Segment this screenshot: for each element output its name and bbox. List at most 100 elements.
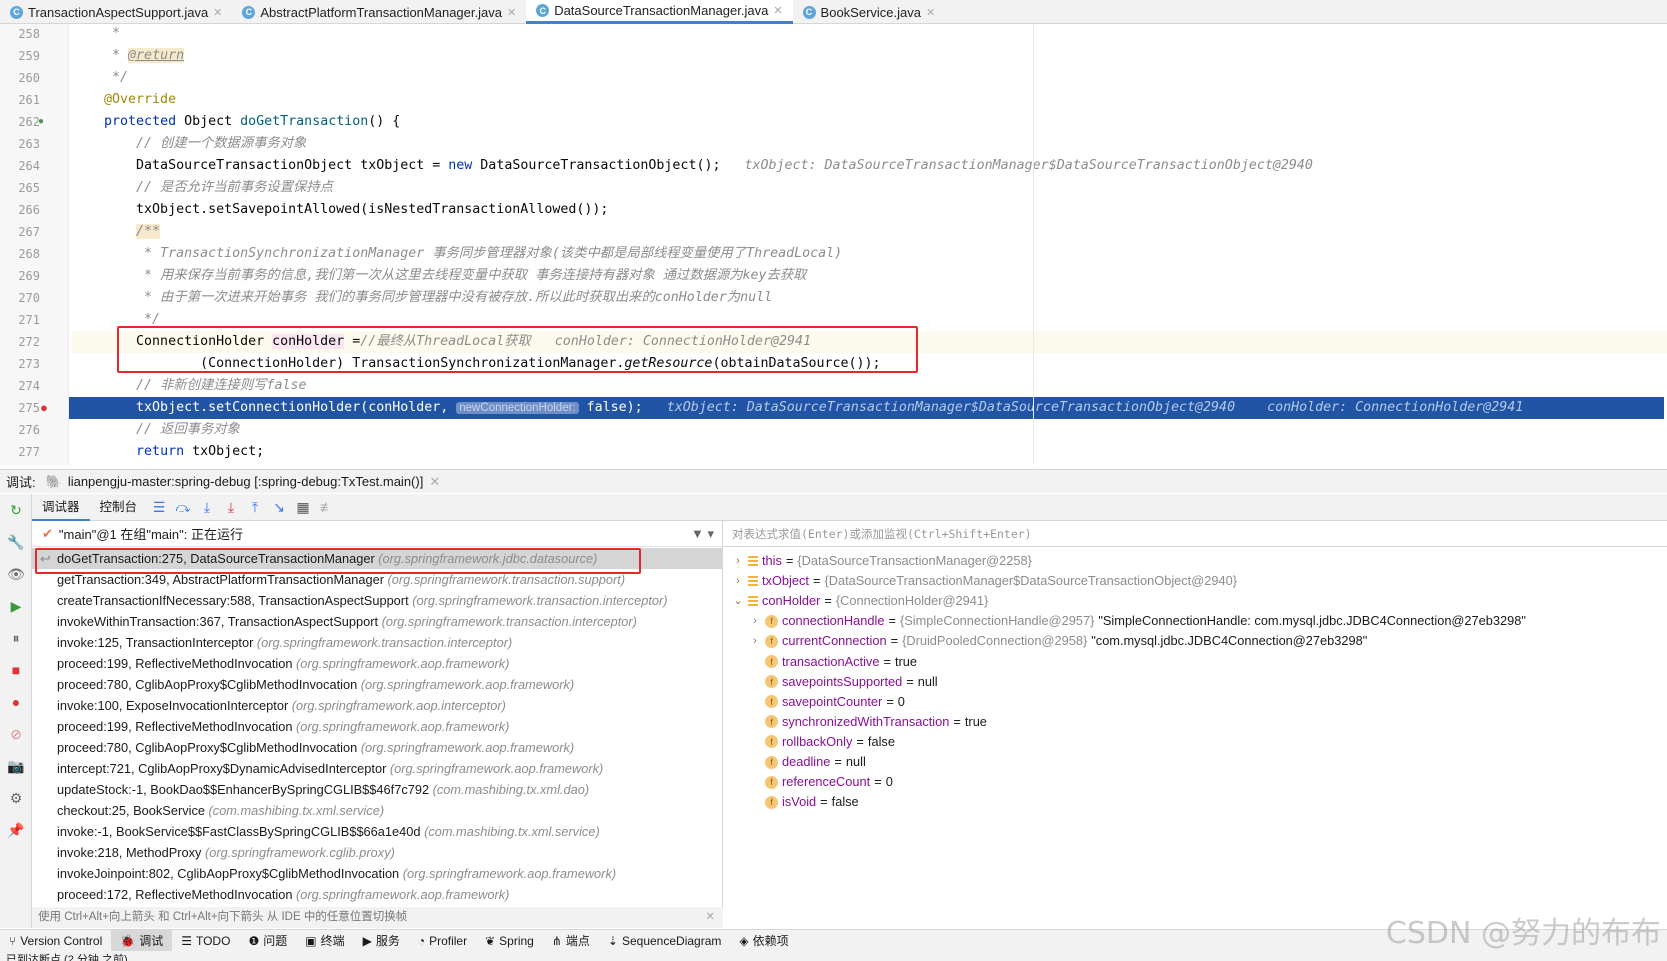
tab-file[interactable]: C DataSourceTransactionManager.java ✕ (526, 0, 793, 24)
variable-row[interactable]: › txObject = {DataSourceTransactionManager$… (732, 571, 1237, 591)
tool-window-button[interactable]: ▣ 终端 (296, 930, 353, 952)
close-icon[interactable]: ✕ (507, 6, 516, 19)
tool-window-button[interactable]: ◈ 依赖项 (730, 930, 797, 952)
code-line[interactable]: // 是否允许当前事务设置保持点 (72, 177, 1667, 199)
variable-row[interactable]: ⌄ conHolder = {ConnectionHolder@2941} (732, 591, 988, 611)
close-icon[interactable]: ✕ (213, 6, 222, 19)
tool-window-button[interactable]: ☰ TODO (172, 930, 239, 952)
tool-window-button[interactable]: 🐞 调试 (111, 929, 173, 952)
breakpoint-icon[interactable]: ● (40, 397, 48, 419)
force-step-into-icon[interactable]: ⤓ (219, 499, 243, 516)
pause-icon[interactable]: ⏸ (0, 622, 32, 654)
evaluate-expression-input[interactable]: 对表达式求值(Enter)或添加监视(Ctrl+Shift+Enter) (724, 521, 1667, 547)
tool-window-button[interactable]: ⋔ 端点 (543, 930, 599, 952)
step-over-icon[interactable]: ⤼ (171, 499, 195, 516)
resume-icon[interactable]: ▶ (0, 590, 32, 622)
stack-frame[interactable]: invoke:218, MethodProxy (org.springframe… (32, 842, 722, 863)
code-line[interactable]: */ (72, 67, 1667, 89)
code-line[interactable]: txObject.setConnectionHolder(conHolder, … (69, 397, 1664, 419)
rerun-icon[interactable]: ↻ (0, 494, 32, 526)
code-line[interactable]: // 创建一个数据源事务对象 (72, 133, 1667, 155)
stack-frame[interactable]: invoke:125, TransactionInterceptor (org.… (32, 632, 722, 653)
tab-file[interactable]: C TransactionAspectSupport.java ✕ (0, 0, 232, 24)
step-into-icon[interactable]: ⤓ (195, 499, 219, 516)
tool-window-button[interactable]: ◔ Profiler (409, 930, 476, 952)
debug-session-tab[interactable]: 🐘 lianpengju-master:spring-debug [:spring… (46, 474, 441, 490)
stack-frame[interactable]: invoke:100, ExposeInvocationInterceptor … (32, 695, 722, 716)
evaluate-icon[interactable]: ▦ (291, 499, 315, 516)
code-line[interactable]: @Override (72, 89, 1667, 111)
stack-frame[interactable]: proceed:199, ReflectiveMethodInvocation … (32, 716, 722, 737)
tab-console[interactable]: 控制台 (90, 494, 148, 521)
chevron-down-icon[interactable]: ⌄ (732, 591, 744, 611)
code-line[interactable]: * @return (72, 45, 1667, 67)
code-line[interactable]: * TransactionSynchronizationManager 事务同步… (72, 243, 1667, 265)
breakpoints-icon[interactable]: ● (0, 686, 32, 718)
stack-frame[interactable]: proceed:780, CglibAopProxy$CglibMethodIn… (32, 674, 722, 695)
thread-selector[interactable]: ✔ "main"@1 在组"main": 正在运行 ▼ ▾ (32, 521, 722, 547)
mute-breakpoints-icon[interactable]: ⊘ (0, 718, 32, 750)
code-line[interactable]: // 非新创建连接则写false (72, 375, 1667, 397)
variable-row[interactable]: f deadline = null (749, 752, 866, 772)
equals-sign: = (953, 713, 961, 729)
code-line[interactable]: protected Object doGetTransaction() { (72, 111, 1667, 133)
code-line[interactable]: DataSourceTransactionObject txObject = n… (72, 155, 1667, 177)
stack-frame[interactable]: invokeWithinTransaction:367, Transaction… (32, 611, 722, 632)
stack-frame[interactable]: proceed:780, CglibAopProxy$CglibMethodIn… (32, 737, 722, 758)
stack-frame[interactable]: invoke:-1, BookService$$FastClassBySprin… (32, 821, 722, 842)
variable-row[interactable]: f savepointCounter = 0 (749, 692, 905, 712)
variable-row[interactable]: f referenceCount = 0 (749, 772, 893, 792)
tool-window-button[interactable]: ⇣ SequenceDiagram (599, 930, 730, 952)
pin-icon[interactable]: 📌 (0, 814, 32, 846)
variable-row[interactable]: › f connectionHandle = {SimpleConnectionHand… (749, 611, 1526, 631)
stack-frame[interactable]: checkout:25, BookService (com.mashibing.… (32, 800, 722, 821)
stop-icon[interactable]: ■ (0, 654, 32, 686)
camera-icon[interactable]: 📷 (0, 750, 32, 782)
variable-row[interactable]: f savepointsSupported = null (749, 672, 938, 692)
frames-menu-icon[interactable]: ☰ (147, 499, 171, 516)
view-icon[interactable]: 👁 (0, 558, 32, 590)
step-out-icon[interactable]: ⤒ (243, 499, 267, 516)
run-to-cursor-icon[interactable]: ↘ (267, 499, 291, 516)
stack-frame[interactable]: updateStock:-1, BookDao$$EnhancerBySprin… (32, 779, 722, 800)
chevron-right-icon[interactable]: › (749, 611, 761, 631)
close-icon[interactable]: ✕ (773, 4, 782, 17)
code-editor[interactable]: * * @return */ @Override protected Objec… (69, 24, 1667, 465)
tool-window-button[interactable]: ▶ 服务 (354, 930, 409, 952)
tool-window-button[interactable]: ❶ 问题 (239, 930, 296, 952)
gear-icon[interactable]: ⚙ (0, 782, 32, 814)
stack-frame[interactable]: proceed:199, ReflectiveMethodInvocation … (32, 653, 722, 674)
tool-window-button[interactable]: ❦ Spring (476, 930, 543, 952)
code-line[interactable]: * 由于第一次进来开始事务 我们的事务同步管理器中没有被存放.所以此时获取出来的… (72, 287, 1667, 309)
variable-row[interactable]: f rollbackOnly = false (749, 732, 895, 752)
tab-file[interactable]: C AbstractPlatformTransactionManager.java… (232, 0, 526, 24)
code-line[interactable]: // 返回事务对象 (72, 419, 1667, 441)
tab-file[interactable]: C BookService.java ✕ (793, 0, 946, 24)
code-line[interactable]: /** (72, 221, 1667, 243)
stack-frame[interactable]: intercept:721, CglibAopProxy$DynamicAdvi… (32, 758, 722, 779)
settings-wrench-icon[interactable]: 🔧 (0, 526, 32, 558)
override-icon[interactable]: ● (38, 111, 44, 133)
variable-row[interactable]: f synchronizedWithTransaction = true (749, 712, 987, 732)
tab-debugger[interactable]: 调试器 (32, 494, 90, 521)
close-icon[interactable]: ✕ (926, 6, 935, 19)
variable-row[interactable]: f transactionActive = true (749, 652, 917, 672)
stack-frame[interactable]: proceed:172, ReflectiveMethodInvocation … (32, 884, 722, 905)
stack-frame[interactable]: invokeJoinpoint:802, CglibAopProxy$Cglib… (32, 863, 722, 884)
code-line[interactable]: * (72, 24, 1667, 45)
filter-icon[interactable]: ▼ ▾ (691, 526, 714, 542)
chevron-right-icon[interactable]: › (732, 551, 744, 571)
close-icon[interactable]: ✕ (429, 474, 440, 490)
variable-row[interactable]: › this = {DataSourceTransactionManager@2258… (732, 551, 1032, 571)
close-icon[interactable]: ✕ (705, 907, 715, 928)
code-line[interactable]: return txObject; (72, 441, 1667, 463)
tool-window-button[interactable]: ⑂ Version Control (0, 930, 111, 952)
trace-icon[interactable]: ≢ (315, 499, 339, 515)
variable-row[interactable]: f isVoid = false (749, 792, 859, 812)
code-line[interactable]: * 用来保存当前事务的信息,我们第一次从这里去线程变量中获取 事务连接持有器对象… (72, 265, 1667, 287)
stack-frame[interactable]: createTransactionIfNecessary:588, Transa… (32, 590, 722, 611)
chevron-right-icon[interactable]: › (732, 571, 744, 591)
chevron-right-icon[interactable]: › (749, 631, 761, 651)
variable-row[interactable]: › f currentConnection = {DruidPooledConnecti… (749, 631, 1367, 651)
code-line[interactable]: txObject.setSavepointAllowed(isNestedTra… (72, 199, 1667, 221)
